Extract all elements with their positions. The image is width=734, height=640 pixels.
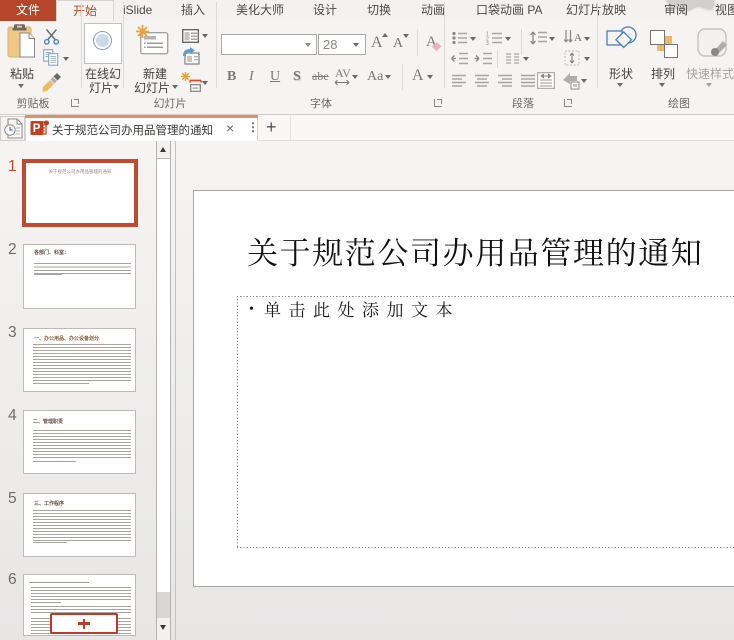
svg-text:P: P (33, 123, 41, 135)
svg-text:3: 3 (486, 41, 489, 45)
svg-text:A: A (574, 32, 582, 44)
